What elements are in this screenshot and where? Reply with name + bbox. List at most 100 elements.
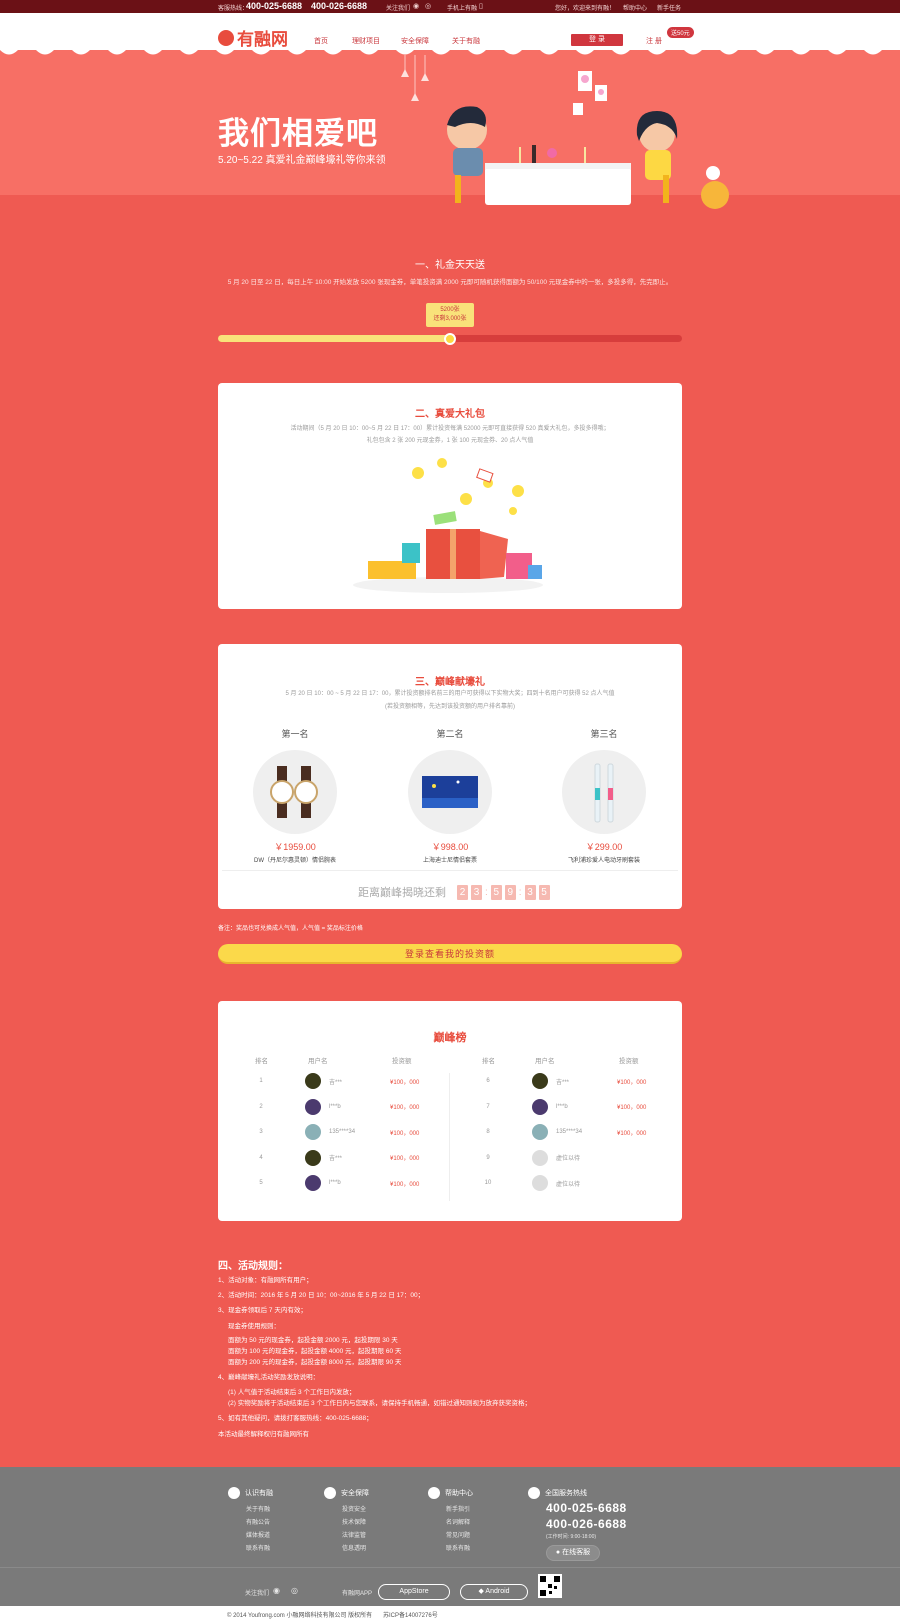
newbie-link[interactable]: 新手任务 (657, 3, 681, 12)
login-view-investment-button[interactable]: 登录查看我的投资额 (218, 944, 682, 964)
footer-link[interactable]: 关于有融 (246, 1504, 270, 1513)
rank-cell: 8 (486, 1129, 490, 1135)
footer-link[interactable]: 联系有融 (246, 1543, 270, 1552)
section3-desc-2: (若投资额相等，先达到该投资额的用户排名靠前) (385, 704, 515, 710)
footer-link[interactable]: 法律监管 (342, 1530, 366, 1539)
footer-link[interactable]: 信息透明 (342, 1543, 366, 1552)
footer-col-title: 认识有融 (228, 1487, 273, 1499)
android-label: Android (485, 1588, 510, 1595)
rank-cell: 1 (259, 1078, 263, 1084)
hero-subtitle: 5.20~5.22 真爱礼金巅峰壕礼等你来领 (218, 155, 386, 166)
weibo-icon[interactable]: ◉ (273, 1586, 280, 1595)
coupon-tooltip: 5200张 还剩3,000张 (426, 303, 474, 327)
user-cell: 135****34 (329, 1129, 356, 1135)
footer-link[interactable]: 投资安全 (342, 1504, 366, 1513)
table-row: 5 l***b ¥100，000 (255, 1173, 455, 1193)
logo[interactable]: 有融网 (218, 25, 288, 50)
table-row: 4 吉*** ¥100，000 (255, 1148, 455, 1168)
leaderboard-card: 巅峰榜 排名 用户名 投资额 排名 用户名 投资额 1 吉*** ¥100，000 2… (218, 1001, 682, 1221)
leaderboard-title: 巅峰榜 (433, 1032, 467, 1044)
hero-illustration (401, 55, 729, 209)
user-cell: 虚位以待 (556, 1156, 581, 1162)
footer-link[interactable]: 媒体报道 (246, 1530, 270, 1539)
rule-line: 4、巅峰献壕礼活动奖励发放说明： (218, 1374, 320, 1381)
footer-hotline-1: 400-025-6688 (546, 1501, 627, 1515)
table-row: 7 l***b ¥100，000 (482, 1097, 682, 1117)
rule-line: 现金券使用规则： (228, 1323, 280, 1330)
rank-cell: 6 (486, 1078, 490, 1084)
wechat-icon[interactable]: ◎ (291, 1586, 298, 1595)
logo-icon (218, 29, 234, 46)
amount-cell: ¥100，000 (390, 1130, 420, 1137)
follow-us: 关注我们 (386, 6, 411, 12)
rules-title: 四、活动规则： (218, 1261, 288, 1272)
qq-icon: ● (555, 1549, 561, 1556)
amount-cell: ¥100，000 (390, 1156, 420, 1162)
icp-number: 苏ICP备14007276号 (383, 1613, 438, 1619)
footer-hotline-2: 400-026-6688 (546, 1517, 627, 1531)
footer-link[interactable]: 联系有融 (446, 1543, 470, 1552)
gift-pack-card: 二、真爱大礼包 活动期间（5 月 20 日 10：00~5 月 22 日 17：… (218, 383, 682, 609)
progress-knob (444, 333, 456, 345)
android-button[interactable]: ◆ Android (460, 1584, 528, 1600)
footer-col-title-text: 安全保障 (341, 1490, 369, 1497)
main-nav: 有融网 首页 理财项目 安全保障 关于有融 登 录 注 册 送50元 (0, 13, 900, 55)
nav-home[interactable]: 首页 (314, 36, 328, 46)
avatar (532, 1149, 548, 1166)
user-cell: l***b (329, 1103, 341, 1110)
prize-first: 第一名 ￥1959.00 DW（丹尼尔惠灵顿）情侣腕表 (220, 727, 370, 864)
avatar (532, 1073, 548, 1089)
logo-text: 有融网 (237, 30, 288, 49)
register-badge: 送50元 (667, 27, 694, 38)
prize-third: 第三名 ￥299.00 飞利浦珍爱人电动牙刷套装 (529, 727, 679, 864)
footer-link[interactable]: 常见问题 (446, 1530, 470, 1539)
service-hours: (工作时间: 9:00-18:00) (546, 1534, 597, 1540)
prize-rank: 第二名 (436, 729, 464, 739)
appstore-button[interactable]: AppStore (378, 1584, 450, 1600)
top-prize-card: 三、巅峰献壕礼 5 月 20 日 10：00 ~ 5 月 22 日 17：00，… (218, 644, 682, 909)
footer: 认识有融关于有融有融公告媒体报道联系有融 安全保障投资安全技术保障法律监管信息透明… (0, 1467, 900, 1621)
register-button[interactable]: 注 册 (646, 36, 662, 46)
footer-link[interactable]: 有融公告 (246, 1517, 270, 1526)
nav-security[interactable]: 安全保障 (401, 36, 429, 46)
avatar (532, 1098, 548, 1115)
weibo-icon[interactable]: ◉ (413, 2, 419, 10)
hotline-label: 客服热线： (218, 6, 249, 12)
gift-box-illustration (353, 458, 543, 593)
amount-cell: ¥100，000 (390, 1079, 420, 1086)
countdown-colon: : (518, 886, 522, 898)
footer-link[interactable]: 新手指引 (446, 1504, 470, 1513)
android-icon: ◆ (478, 1588, 484, 1595)
footer-link[interactable]: 名词解释 (446, 1517, 470, 1526)
rule-line: 1、活动对象：有融网所有用户； (218, 1277, 313, 1284)
section1-title: 一、礼金天天送 (415, 260, 485, 271)
coupon-remaining: 还剩3,000张 (433, 316, 467, 322)
help-link[interactable]: 帮助中心 (623, 3, 647, 12)
nav-projects[interactable]: 理财项目 (352, 36, 380, 46)
footer-col-title-text: 帮助中心 (445, 1490, 473, 1497)
rank-cell: 7 (486, 1103, 490, 1110)
header-amount: 投资额 (392, 1058, 412, 1065)
rule-line: 5、如有其他疑问，请拨打客服热线：400-025-6688； (218, 1415, 373, 1422)
table-row: 9 虚位以待 (482, 1148, 682, 1168)
nav-about[interactable]: 关于有融 (452, 36, 480, 46)
avatar (532, 1175, 548, 1191)
login-button[interactable]: 登 录 (571, 34, 623, 46)
toothbrush-image (562, 750, 646, 834)
prize-price: ￥1959.00 (274, 842, 316, 852)
prize-second: 第二名 ￥998.00 上海迪士尼情侣套票 (375, 727, 525, 864)
amount-cell: ¥100，000 (617, 1105, 647, 1111)
header-amount: 投资额 (619, 1058, 639, 1065)
rule-line: 面额为 200 元的现金券，起投金额 8000 元，起投期限 90 天 (228, 1359, 402, 1366)
prize-rank: 第一名 (281, 729, 309, 739)
footer-link[interactable]: 技术保障 (342, 1517, 366, 1526)
wechat-icon[interactable]: ◎ (425, 2, 431, 10)
mobile-link[interactable]: 手机上有融 (447, 3, 477, 12)
avatar (305, 1124, 321, 1140)
table-row: 6 吉*** ¥100，000 (482, 1071, 682, 1091)
online-service-button[interactable]: ● 在线客服 (546, 1545, 600, 1561)
hero-title: 我们相爱吧 (218, 116, 378, 151)
rank-cell: 2 (259, 1103, 263, 1110)
prize-rank: 第三名 (590, 729, 618, 739)
prize-price: ￥998.00 (431, 842, 469, 852)
